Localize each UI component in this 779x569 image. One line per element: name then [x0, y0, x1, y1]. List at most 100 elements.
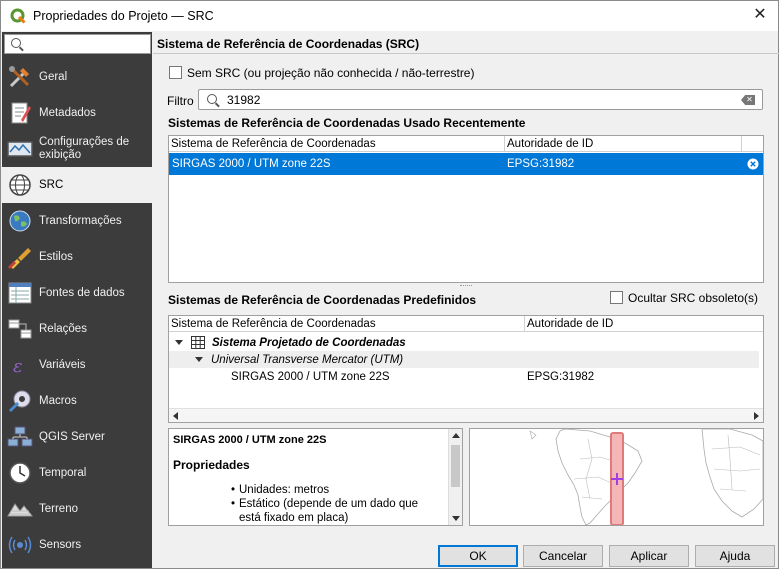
server-icon: [7, 424, 33, 450]
apply-button[interactable]: Aplicar: [609, 545, 689, 567]
crs-info-panel: SIRGAS 2000 / UTM zone 22S Propriedades …: [168, 428, 463, 526]
qgis-logo-icon: [10, 8, 26, 24]
search-icon: [11, 38, 21, 48]
sidebar-item-label: Variáveis: [39, 358, 86, 371]
sidebar-item-transformacoes[interactable]: Transformações: [2, 203, 152, 239]
hide-deprecated-checkbox[interactable]: [610, 291, 623, 304]
brush-icon: [7, 244, 33, 270]
col-header-crs[interactable]: Sistema de Referência de Coordenadas: [169, 136, 505, 152]
tools-icon: [7, 64, 33, 90]
clear-icon[interactable]: ✕: [741, 95, 755, 105]
scroll-right-icon[interactable]: [754, 412, 759, 420]
sidebar-item-qgis-server[interactable]: QGIS Server: [2, 419, 152, 455]
info-bullet-list: • Unidades: metros • Estático (depende de …: [231, 483, 441, 525]
clock-icon: [7, 460, 33, 486]
sidebar-item-label: Geral: [39, 70, 68, 83]
tree-item[interactable]: SIRGAS 2000 / UTM zone 22S EPSG:31982: [169, 368, 759, 385]
tree-subgroup-utm[interactable]: Universal Transverse Mercator (UTM): [169, 351, 759, 368]
window-title: Propriedades do Projeto — SRC: [33, 9, 214, 23]
info-props-title: Propriedades: [173, 458, 250, 472]
predefined-crs-header: Sistema de Referência de Coordenadas Aut…: [169, 316, 763, 332]
sidebar: Geral Metadados Configurações de exibiçã…: [2, 32, 152, 568]
sidebar-item-src[interactable]: SRC: [2, 167, 152, 203]
sensor-icon: [7, 532, 33, 558]
sidebar-item-label: Relações: [39, 322, 87, 335]
scroll-down-icon[interactable]: [452, 516, 460, 521]
col-header-auth[interactable]: Autoridade de ID: [505, 136, 742, 152]
transform-globe-icon: [7, 208, 33, 234]
cell-crs: SIRGAS 2000 / UTM zone 22S: [172, 158, 331, 170]
display-settings-icon: [7, 136, 33, 162]
filter-label: Filtro: [167, 94, 194, 108]
sidebar-item-label: Configurações de exibição: [39, 136, 130, 161]
sidebar-item-label: Temporal: [39, 466, 87, 479]
recent-crs-table: Sistema de Referência de Coordenadas Aut…: [168, 135, 764, 283]
collapse-icon[interactable]: [175, 340, 183, 345]
splitter-handle[interactable]: [460, 285, 472, 287]
sidebar-item-terreno[interactable]: Terreno: [2, 491, 152, 527]
page-title: Sistema de Referência de Coordenadas (SR…: [157, 37, 420, 51]
cell-auth: EPSG:31982: [507, 158, 575, 170]
data-sources-icon: [7, 280, 33, 306]
sidebar-item-display-settings[interactable]: Configurações de exibição: [2, 131, 152, 167]
sidebar-item-label: Metadados: [39, 106, 96, 119]
tree-subgroup-label: Universal Transverse Mercator (UTM): [211, 353, 404, 366]
no-crs-label: Sem SRC (ou projeção não conhecida / não…: [187, 66, 475, 80]
info-bullet: • Estático (depende de um dado que está f…: [231, 498, 419, 524]
scroll-up-icon[interactable]: [452, 433, 460, 438]
table-row[interactable]: SIRGAS 2000 / UTM zone 22S EPSG:31982: [169, 153, 763, 175]
sidebar-item-label: Transformações: [39, 214, 122, 227]
predefined-crs-title: Sistemas de Referência de Coordenadas Pr…: [168, 293, 477, 307]
collapse-icon[interactable]: [195, 357, 203, 362]
sidebar-item-label: Sensors: [39, 538, 82, 551]
tree-group-projected[interactable]: Sistema Projetado de Coordenadas: [169, 334, 759, 351]
variables-icon: ε: [7, 352, 33, 378]
search-icon: [207, 94, 217, 104]
crs-panel: Sistema de Referência de Coordenadas (SR…: [153, 32, 779, 568]
sidebar-item-relacoes[interactable]: Relações: [2, 311, 152, 347]
sidebar-item-fontes-de-dados[interactable]: Fontes de dados: [2, 275, 152, 311]
close-icon[interactable]: ✕: [752, 7, 768, 23]
sidebar-item-sensors[interactable]: Sensors: [2, 527, 152, 563]
hide-deprecated-label: Ocultar SRC obsoleto(s): [628, 291, 759, 305]
crs-extent-map: [469, 428, 764, 526]
col-header-crs[interactable]: Sistema de Referência de Coordenadas: [169, 316, 525, 332]
relations-icon: [7, 316, 33, 342]
sidebar-item-label: SRC: [39, 178, 64, 191]
sidebar-item-metadados[interactable]: Metadados: [2, 95, 152, 131]
no-crs-checkbox[interactable]: [169, 66, 182, 79]
sidebar-list: Geral Metadados Configurações de exibiçã…: [2, 59, 152, 563]
ok-button[interactable]: OK: [438, 545, 518, 567]
col-header-remove: [742, 136, 763, 152]
scroll-left-icon[interactable]: [173, 412, 178, 420]
sidebar-item-macros[interactable]: Macros: [2, 383, 152, 419]
sidebar-item-label: QGIS Server: [39, 430, 105, 443]
macros-icon: [7, 388, 33, 414]
sidebar-item-label: Terreno: [39, 502, 78, 515]
horizontal-scrollbar[interactable]: [169, 408, 763, 422]
sidebar-item-estilos[interactable]: Estilos: [2, 239, 152, 275]
sidebar-item-label: Fontes de dados: [39, 286, 125, 299]
info-bullet: • Unidades: metros: [231, 484, 330, 496]
col-header-auth[interactable]: Autoridade de ID: [525, 316, 763, 332]
tree-item-crs: SIRGAS 2000 / UTM zone 22S: [231, 370, 390, 383]
project-properties-window: Propriedades do Projeto — SRC ✕ Geral Me…: [0, 0, 779, 569]
remove-icon[interactable]: [742, 158, 763, 170]
svg-text:ε: ε: [13, 356, 23, 377]
terrain-icon: [7, 496, 33, 522]
tree-item-auth: EPSG:31982: [527, 370, 595, 383]
predefined-crs-tree: Sistema de Referência de Coordenadas Aut…: [168, 315, 764, 423]
sidebar-item-variaveis[interactable]: ε Variáveis: [2, 347, 152, 383]
sidebar-item-temporal[interactable]: Temporal: [2, 455, 152, 491]
cancel-button[interactable]: Cancelar: [523, 545, 603, 567]
sidebar-item-label: Macros: [39, 394, 77, 407]
filter-input[interactable]: 31982 ✕: [198, 89, 763, 110]
help-button[interactable]: Ajuda: [695, 545, 775, 567]
recent-crs-header: Sistema de Referência de Coordenadas Aut…: [169, 136, 763, 152]
vertical-scrollbar[interactable]: [448, 429, 462, 525]
sidebar-search-input[interactable]: [4, 34, 151, 54]
sidebar-item-geral[interactable]: Geral: [2, 59, 152, 95]
grid-icon: [191, 336, 205, 349]
scrollbar-thumb[interactable]: [451, 445, 460, 487]
info-crs-name: SIRGAS 2000 / UTM zone 22S: [173, 434, 327, 446]
